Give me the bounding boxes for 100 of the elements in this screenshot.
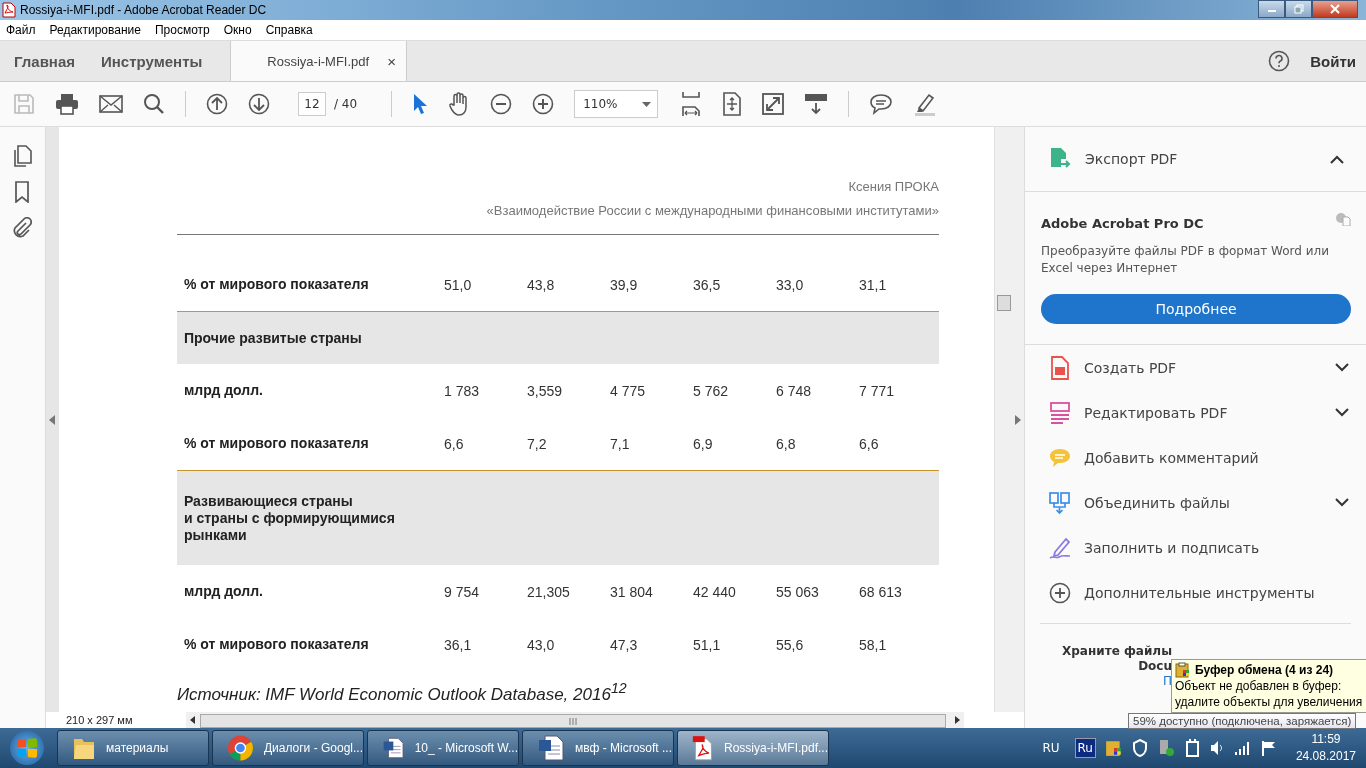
taskbar-button[interactable]: 10_ - Microsoft W... — [367, 730, 519, 766]
tab[interactable]: Инструменты — [87, 41, 215, 81]
menu-item[interactable]: Файл — [6, 23, 36, 37]
tool-item[interactable]: Добавить комментарий — [1048, 435, 1349, 480]
table-cell-text: 3,559 — [526, 382, 563, 399]
table-cell-text: 47,3 — [609, 636, 639, 653]
fit-width-icon[interactable] — [680, 91, 703, 117]
close-button[interactable] — [1312, 0, 1358, 18]
minimize-button[interactable] — [1258, 0, 1285, 18]
page-count: / 40 — [334, 97, 358, 111]
speaker-icon[interactable] — [1208, 740, 1225, 756]
table-cell-text: 33,0 — [775, 276, 805, 293]
table-cell-text: 42 440 — [692, 583, 737, 600]
print-icon[interactable] — [55, 93, 79, 115]
collapse-right-icon[interactable] — [1015, 414, 1021, 425]
fullscreen-icon[interactable] — [762, 93, 785, 115]
signal-bars-icon[interactable] — [1233, 741, 1252, 755]
table-cell-text: 55 063 — [775, 583, 820, 600]
shield-icon[interactable] — [1131, 739, 1148, 757]
chevron-down-icon[interactable] — [1335, 408, 1349, 417]
clipboard-icon — [1175, 662, 1191, 678]
restore-icon — [1293, 4, 1304, 14]
export-pdf-item[interactable]: Экспорт PDF — [1025, 127, 1366, 192]
table-cell-text: 51,1 — [692, 636, 722, 653]
learn-more-button[interactable]: Подробнее — [1041, 294, 1351, 324]
edit-pdf-icon — [1048, 400, 1072, 425]
storage-link[interactable]: П — [1025, 674, 1172, 689]
chevron-down-icon[interactable] — [1335, 498, 1349, 507]
menu-item[interactable]: Просмотр — [154, 23, 210, 37]
tool-item[interactable]: Объединить файлы — [1048, 480, 1349, 525]
chevron-down-icon[interactable] — [1335, 363, 1349, 372]
tool-item[interactable]: Заполнить и подписать — [1048, 525, 1349, 570]
table-cell-text: 39,9 — [609, 276, 639, 293]
language-indicator[interactable]: RU — [1042, 741, 1060, 755]
table-cell-text: % от мирового показателя — [182, 276, 370, 293]
pointer-icon[interactable] — [412, 93, 429, 115]
table-cell-text: 7,1 — [609, 435, 631, 452]
storage-text: Docu — [1137, 659, 1172, 674]
arrow-down-icon[interactable] — [248, 93, 270, 115]
menu-item[interactable]: Окно — [223, 23, 252, 37]
collapse-left-icon[interactable] — [49, 414, 56, 425]
zoom-in-icon[interactable] — [532, 93, 555, 115]
taskbar-button[interactable]: Диалоги - Googl... — [212, 730, 364, 766]
fit-page-icon[interactable] — [722, 92, 743, 116]
pages-icon[interactable] — [12, 145, 33, 167]
table-cell-text: 36,5 — [692, 276, 722, 293]
taskbar-button[interactable]: мвф - Microsoft ... — [522, 730, 674, 766]
vertical-scrollbar[interactable] — [994, 127, 1012, 712]
storage-text: Храните файлы — [1061, 644, 1172, 659]
scroll-right-icon[interactable] — [953, 716, 960, 724]
restore-button[interactable] — [1285, 0, 1312, 18]
tool-item[interactable]: Редактировать PDF — [1048, 390, 1349, 435]
table-cell-text: 1 783 — [443, 382, 480, 399]
create-pdf-icon — [1048, 355, 1072, 380]
menu-item[interactable]: Справка — [265, 23, 313, 37]
taskbar-button[interactable]: материалы — [57, 730, 209, 766]
help-icon[interactable] — [1268, 50, 1291, 72]
tab[interactable]: Главная — [0, 41, 87, 81]
page-size: 210 x 297 мм — [64, 714, 134, 726]
table-cell-text: 6,9 — [692, 435, 714, 452]
mail-icon[interactable] — [99, 95, 123, 113]
flag-icon[interactable] — [1260, 740, 1277, 756]
zoom-dropdown[interactable]: 110% — [574, 90, 659, 118]
table-cell-text: 7 771 — [858, 382, 895, 399]
pdf-file-icon — [2, 2, 16, 18]
power-plug-icon[interactable] — [1183, 738, 1200, 758]
close-tab-button[interactable]: × — [387, 52, 396, 70]
table-cell-text: 31,1 — [858, 276, 888, 293]
table-cell-text: Прочие развитые страны — [182, 329, 363, 347]
search-icon[interactable] — [143, 93, 165, 115]
tooltip-title: Буфер обмена (4 из 24) — [1195, 662, 1334, 678]
menu-item[interactable]: Редактирование — [49, 23, 141, 37]
table-cell-text: 43,0 — [526, 636, 556, 653]
tab[interactable]: Rossiya-i-MFI.pdf × — [230, 41, 407, 81]
document-icon — [537, 734, 565, 762]
combine-files-icon — [1048, 490, 1072, 515]
bookmark-icon[interactable] — [14, 181, 31, 203]
highlighter-icon[interactable] — [913, 92, 938, 116]
input-method-icon[interactable]: Ru — [1074, 738, 1096, 758]
table-cell-text: 43,8 — [526, 276, 556, 293]
arrow-up-icon[interactable] — [206, 93, 228, 115]
sign-in-link[interactable]: Войти — [1310, 52, 1356, 70]
tool-item[interactable]: Дополнительные инструменты — [1048, 570, 1349, 615]
tool-item[interactable]: Создать PDF — [1048, 345, 1349, 390]
zoom-out-icon[interactable] — [490, 93, 513, 115]
horizontal-scrollbar[interactable] — [185, 712, 964, 728]
comment-icon[interactable] — [869, 93, 894, 115]
author-name: Ксения ПРОКА — [847, 178, 939, 196]
battery-tooltip: 59% доступно (подключена, заряжается) — [1128, 713, 1357, 729]
paperclip-icon[interactable] — [12, 217, 33, 239]
table-cell-text: 4 775 — [609, 382, 646, 399]
close-icon — [1330, 4, 1340, 14]
chevron-up-icon[interactable] — [1330, 154, 1344, 164]
page-number-field[interactable]: 12 — [298, 92, 326, 116]
clipboard-icon[interactable] — [1104, 739, 1123, 757]
scroll-mode-icon[interactable] — [804, 93, 829, 115]
clock[interactable]: 11:59 24.08.2017 — [1295, 731, 1356, 765]
scroll-left-icon[interactable] — [189, 716, 196, 724]
browser-icon — [227, 734, 254, 762]
table-cell-text: 21,305 — [526, 583, 571, 600]
